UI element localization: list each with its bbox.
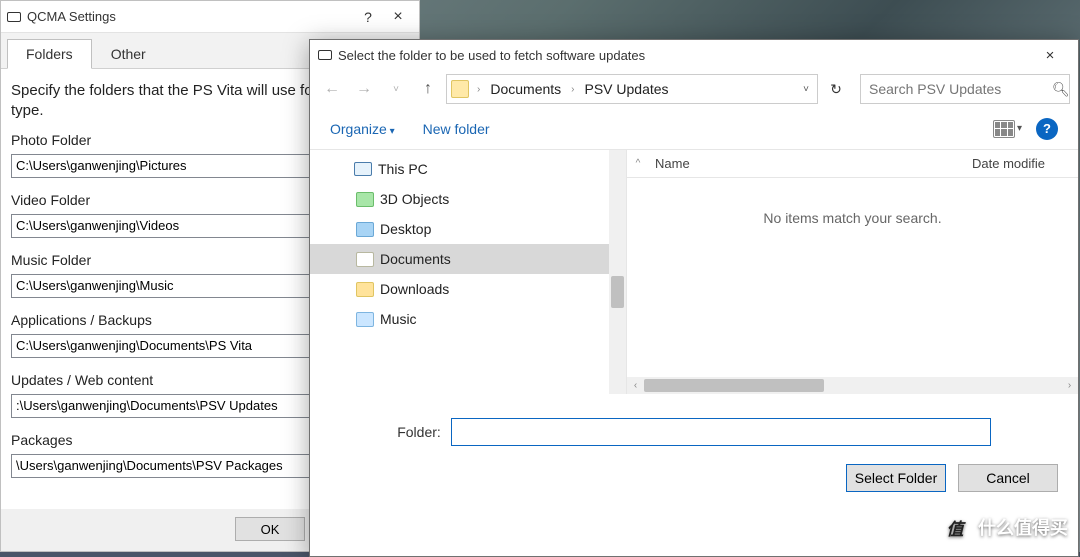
list-header: ^ Name Date modifie <box>627 150 1078 178</box>
column-date[interactable]: Date modifie <box>972 156 1078 171</box>
settings-title: QCMA Settings <box>27 9 353 24</box>
view-grid-icon <box>993 120 1015 138</box>
app-icon <box>7 12 21 22</box>
tree-label: Documents <box>380 251 451 267</box>
column-name[interactable]: Name <box>649 156 972 171</box>
picker-body: This PC 3D Objects Desktop Documents Dow… <box>310 150 1078 394</box>
new-folder-button[interactable]: New folder <box>423 121 490 137</box>
scrollbar-thumb[interactable] <box>611 276 624 308</box>
sort-marker-icon[interactable]: ^ <box>627 158 649 169</box>
horizontal-scrollbar[interactable]: ‹ › <box>627 377 1078 394</box>
picker-title: Select the folder to be used to fetch so… <box>338 48 1030 63</box>
chevron-down-icon[interactable]: ▾ <box>1017 123 1022 134</box>
scroll-left-icon[interactable]: ‹ <box>627 380 644 391</box>
close-icon[interactable]: × <box>383 8 413 26</box>
help-icon[interactable]: ? <box>353 9 383 25</box>
search-input[interactable] <box>867 80 1052 98</box>
ok-button[interactable]: OK <box>235 517 305 541</box>
tree-this-pc[interactable]: This PC <box>310 154 626 184</box>
forward-icon[interactable]: → <box>350 75 378 103</box>
tree-music[interactable]: Music <box>310 304 626 334</box>
refresh-icon[interactable]: ↻ <box>822 81 850 98</box>
chevron-down-icon[interactable]: ˅ <box>799 84 813 95</box>
folder-label: Folder: <box>397 424 441 440</box>
up-icon[interactable]: ↑ <box>414 75 442 103</box>
tab-folders[interactable]: Folders <box>7 39 92 69</box>
folder-icon <box>356 192 374 207</box>
scrollbar-thumb[interactable] <box>644 379 824 392</box>
organize-menu[interactable]: Organize <box>330 121 395 137</box>
folder-icon <box>356 312 374 327</box>
tree-downloads[interactable]: Downloads <box>310 274 626 304</box>
search-icon[interactable]: 🔍︎ <box>1052 81 1070 98</box>
chevron-right-icon[interactable]: › <box>567 84 578 95</box>
help-icon[interactable]: ? <box>1036 118 1058 140</box>
picker-titlebar[interactable]: Select the folder to be used to fetch so… <box>310 40 1078 70</box>
search-box[interactable]: 🔍︎ <box>860 74 1070 104</box>
cancel-button[interactable]: Cancel <box>958 464 1058 492</box>
tree-desktop[interactable]: Desktop <box>310 214 626 244</box>
folder-input-row: Folder: <box>310 394 1078 456</box>
close-icon[interactable]: × <box>1030 47 1070 64</box>
tree-documents[interactable]: Documents <box>310 244 626 274</box>
tree-pane[interactable]: This PC 3D Objects Desktop Documents Dow… <box>310 150 626 394</box>
breadcrumb-psv-updates[interactable]: PSV Updates <box>581 77 673 101</box>
watermark: 值 什么值得买 <box>940 512 1068 542</box>
toolbar: Organize New folder ▾ ? <box>310 108 1078 150</box>
tree-label: Desktop <box>380 221 431 237</box>
folder-icon <box>356 222 374 237</box>
view-options[interactable]: ▾ <box>993 120 1022 138</box>
folder-icon <box>451 80 469 98</box>
settings-titlebar[interactable]: QCMA Settings ? × <box>1 1 419 33</box>
tree-label: Music <box>380 311 417 327</box>
picker-footer: Select Folder Cancel <box>310 456 1078 508</box>
back-icon[interactable]: ← <box>318 75 346 103</box>
tree-label: This PC <box>378 161 428 177</box>
picker-app-icon <box>318 50 332 60</box>
nav-row: ← → ˅ ↑ › Documents › PSV Updates ˅ ↻ 🔍︎ <box>310 70 1078 108</box>
scroll-track[interactable] <box>644 377 1061 394</box>
folder-icon <box>356 282 374 297</box>
folder-picker-dialog: Select the folder to be used to fetch so… <box>309 39 1079 557</box>
scroll-right-icon[interactable]: › <box>1061 380 1078 391</box>
watermark-badge-icon: 值 <box>940 512 970 542</box>
tree-label: Downloads <box>380 281 449 297</box>
pc-icon <box>354 162 372 176</box>
empty-message: No items match your search. <box>627 178 1078 226</box>
breadcrumb[interactable]: › Documents › PSV Updates ˅ <box>446 74 818 104</box>
breadcrumb-documents[interactable]: Documents <box>486 77 565 101</box>
folder-name-input[interactable] <box>451 418 991 446</box>
tree-3d-objects[interactable]: 3D Objects <box>310 184 626 214</box>
folder-icon <box>356 252 374 267</box>
tree-scrollbar[interactable] <box>609 150 626 394</box>
file-list-pane[interactable]: ^ Name Date modifie No items match your … <box>626 150 1078 394</box>
watermark-text: 什么值得买 <box>978 514 1068 540</box>
tab-other[interactable]: Other <box>92 39 165 68</box>
tree-label: 3D Objects <box>380 191 449 207</box>
recent-chevron-icon[interactable]: ˅ <box>382 75 410 103</box>
select-folder-button[interactable]: Select Folder <box>846 464 946 492</box>
chevron-right-icon[interactable]: › <box>473 84 484 95</box>
